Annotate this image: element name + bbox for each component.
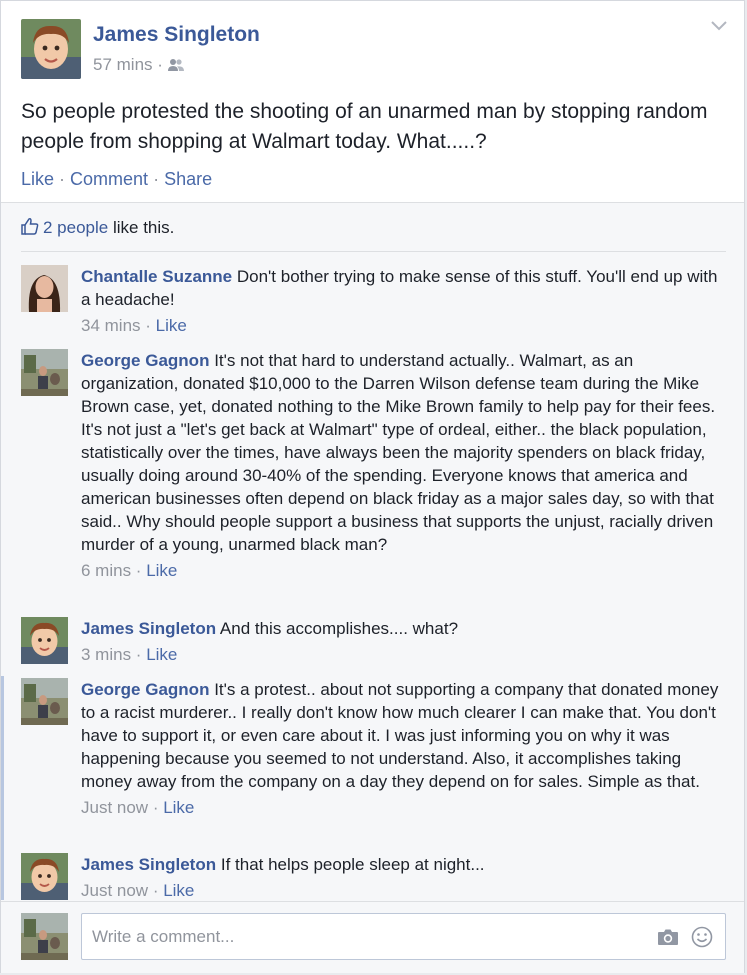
post-text: So people protested the shooting of an u… xyxy=(21,100,708,153)
divider xyxy=(21,251,726,252)
comment-timestamp[interactable]: Just now xyxy=(81,798,148,817)
comment: James Singleton And this accomplishes...… xyxy=(21,617,726,669)
camera-icon[interactable] xyxy=(657,928,679,951)
comment-avatar[interactable] xyxy=(21,853,68,900)
comment-like-button[interactable]: Like xyxy=(146,561,177,580)
comment: George Gagnon It's a protest.. about not… xyxy=(21,678,726,843)
comment-author[interactable]: James Singleton xyxy=(81,855,216,874)
composer-avatar xyxy=(21,913,68,960)
comment-meta: Just now · Like xyxy=(81,881,195,900)
meta-separator: · xyxy=(157,55,163,74)
comment-meta: 3 mins · Like xyxy=(81,645,178,664)
share-button[interactable]: Share xyxy=(164,169,212,189)
comment-avatar[interactable] xyxy=(21,617,68,664)
comment-input[interactable]: Write a comment... xyxy=(81,913,726,960)
post-actions: Like · Comment · Share xyxy=(21,169,212,190)
comment-timestamp[interactable]: 3 mins xyxy=(81,645,131,664)
post-card: James Singleton 57 mins · So people prot… xyxy=(0,0,745,973)
post-meta: 57 mins · xyxy=(93,55,184,77)
thumbs-up-icon xyxy=(21,217,39,240)
comment-author[interactable]: Chantalle Suzanne xyxy=(81,267,232,286)
post-author-avatar[interactable] xyxy=(21,19,81,79)
comment-body: Chantalle Suzanne Don't bother trying to… xyxy=(81,265,721,337)
like-button[interactable]: Like xyxy=(21,169,54,189)
comment-timestamp[interactable]: 34 mins xyxy=(81,316,141,335)
comment-text: And this accomplishes.... what? xyxy=(219,619,459,638)
friends-icon[interactable] xyxy=(167,57,184,77)
smiley-icon[interactable] xyxy=(691,926,713,953)
comment-like-button[interactable]: Like xyxy=(156,316,187,335)
chevron-down-icon[interactable] xyxy=(710,19,728,37)
post-author-name[interactable]: James Singleton xyxy=(93,23,260,47)
comment: James Singleton If that helps people sle… xyxy=(21,853,726,903)
likes-count-link[interactable]: 2 people xyxy=(43,218,108,237)
comment-avatar[interactable] xyxy=(21,678,68,725)
comment-meta: 34 mins · Like xyxy=(81,316,187,335)
comment-timestamp[interactable]: 6 mins xyxy=(81,561,131,580)
comment-timestamp[interactable]: Just now xyxy=(81,881,148,900)
action-separator: · xyxy=(54,169,71,189)
comment-body: James Singleton And this accomplishes...… xyxy=(81,617,721,666)
comment-avatar[interactable] xyxy=(21,265,68,312)
comment-author[interactable]: George Gagnon xyxy=(81,680,209,699)
action-separator: · xyxy=(148,169,165,189)
comment-body: George Gagnon It's not that hard to unde… xyxy=(81,349,721,582)
comment-like-button[interactable]: Like xyxy=(163,798,194,817)
comment-body: James Singleton If that helps people sle… xyxy=(81,853,721,902)
divider xyxy=(1,901,744,902)
post-timestamp[interactable]: 57 mins xyxy=(93,55,153,74)
comment-author[interactable]: George Gagnon xyxy=(81,351,209,370)
comment-meta: Just now · Like xyxy=(81,798,195,817)
comment-avatar[interactable] xyxy=(21,349,68,396)
feedback-section: 2 people like this. Chantalle Suzanne Do… xyxy=(1,202,744,973)
comment: Chantalle Suzanne Don't bother trying to… xyxy=(21,265,726,345)
comment-like-button[interactable]: Like xyxy=(146,645,177,664)
comment-body: George Gagnon It's a protest.. about not… xyxy=(81,678,721,819)
comment-meta: 6 mins · Like xyxy=(81,561,178,580)
comment-input-placeholder: Write a comment... xyxy=(92,927,235,946)
comment-author[interactable]: James Singleton xyxy=(81,619,216,638)
comment: George Gagnon It's not that hard to unde… xyxy=(21,349,726,609)
comment-text: If that helps people sleep at night... xyxy=(220,855,485,874)
composer-icons xyxy=(657,926,713,953)
reply-thread-bar xyxy=(1,676,4,900)
comment-button[interactable]: Comment xyxy=(70,169,148,189)
likes-summary: 2 people like this. xyxy=(21,217,174,240)
comment-like-button[interactable]: Like xyxy=(163,881,194,900)
likes-suffix: like this. xyxy=(108,218,175,237)
comment-text: It's not that hard to understand actuall… xyxy=(81,351,716,554)
